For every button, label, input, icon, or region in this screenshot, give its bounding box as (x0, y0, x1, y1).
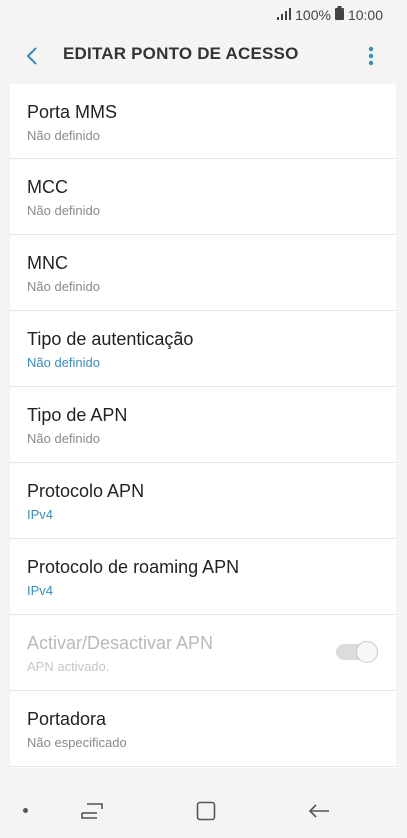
list-item-protocolo-apn[interactable]: Protocolo APN IPv4 (10, 463, 396, 539)
list-item-tipo-autenticacao[interactable]: Tipo de autenticação Não definido (10, 311, 396, 387)
battery-icon (334, 6, 344, 23)
recent-apps-button[interactable] (79, 798, 105, 824)
item-subtitle: Não definido (27, 279, 100, 294)
settings-list: Porta MMS Não definido MCC Não definido … (10, 84, 396, 768)
recent-apps-icon (81, 803, 103, 819)
more-options-button[interactable] (357, 42, 385, 70)
list-item-protocolo-roaming-apn[interactable]: Protocolo de roaming APN IPv4 (10, 539, 396, 615)
back-arrow-icon (308, 804, 329, 818)
back-button[interactable] (18, 42, 46, 70)
list-item-activar-apn: Activar/Desactivar APN APN activado. (10, 615, 396, 691)
item-subtitle: Não definido (27, 431, 100, 446)
item-title: Tipo de APN (27, 405, 128, 425)
item-title: MNC (27, 253, 68, 273)
apn-toggle[interactable] (336, 641, 378, 663)
battery-percentage: 100% (295, 6, 331, 23)
item-subtitle: Não definido (27, 128, 100, 143)
list-item-mcc[interactable]: MCC Não definido (10, 159, 396, 235)
item-title: Porta MMS (27, 102, 118, 122)
signal-icon (277, 7, 292, 23)
item-subtitle: Não especificado (27, 735, 127, 750)
item-title: Portadora (27, 709, 107, 729)
dot-icon (23, 808, 28, 813)
item-title: Activar/Desactivar APN (27, 633, 214, 653)
list-item-portadora[interactable]: Portadora Não especificado (10, 691, 396, 767)
clock: 10:00 (347, 6, 383, 23)
more-vertical-icon (368, 46, 374, 66)
item-title: Protocolo de roaming APN (27, 557, 240, 577)
toggle-thumb (356, 641, 378, 663)
item-title: MCC (27, 177, 68, 197)
home-button[interactable] (193, 798, 219, 824)
status-indicators: 100% 10:00 (277, 6, 383, 23)
home-icon (196, 801, 216, 821)
item-subtitle: Não definido (27, 355, 100, 370)
item-title: Tipo de autenticação (27, 329, 194, 349)
page-title: EDITAR PONTO DE ACESSO (63, 44, 299, 63)
app-bar: EDITAR PONTO DE ACESSO (0, 28, 407, 84)
item-subtitle: IPv4 (27, 583, 54, 598)
status-bar: 100% 10:00 (0, 0, 407, 28)
list-item-mnc[interactable]: MNC Não definido (10, 235, 396, 311)
list-item-porta-mms[interactable]: Porta MMS Não definido (10, 84, 396, 159)
chevron-left-icon (26, 47, 37, 65)
back-nav-button[interactable] (306, 798, 332, 824)
item-subtitle: IPv4 (27, 507, 54, 522)
item-subtitle: Não definido (27, 203, 100, 218)
navigation-bar (0, 782, 407, 838)
item-subtitle: APN activado. (27, 659, 110, 674)
list-item-tipo-apn[interactable]: Tipo de APN Não definido (10, 387, 396, 463)
item-title: Protocolo APN (27, 481, 145, 501)
